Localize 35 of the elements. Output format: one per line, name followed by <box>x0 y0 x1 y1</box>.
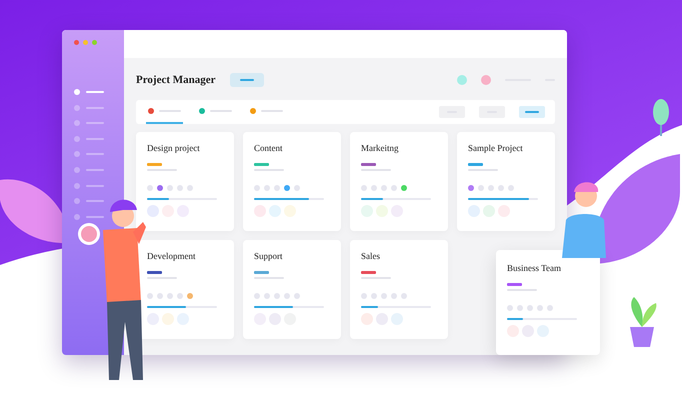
avatar-icon[interactable] <box>457 75 467 85</box>
sidebar-item[interactable] <box>74 134 104 143</box>
project-card[interactable]: Business Team <box>496 250 600 355</box>
card-title: Development <box>147 250 196 262</box>
project-card[interactable]: Support <box>243 240 341 339</box>
sidebar-item[interactable] <box>74 212 104 221</box>
avatar-icon <box>78 223 100 245</box>
toolbar-button[interactable] <box>519 106 545 118</box>
sidebar-item[interactable] <box>74 150 104 158</box>
tree-icon <box>650 98 672 136</box>
project-card[interactable]: Design project <box>136 132 234 231</box>
project-card[interactable]: Sales <box>350 240 448 339</box>
sidebar-item[interactable] <box>74 166 104 174</box>
avatar-icon[interactable] <box>481 75 491 85</box>
card-title: Sample Project <box>468 142 524 154</box>
sidebar-item[interactable] <box>74 119 104 128</box>
card-title: Sales <box>361 250 381 262</box>
plant-pot-icon <box>630 297 656 347</box>
toolbar-button[interactable] <box>439 106 465 118</box>
sidebar-item[interactable] <box>74 88 104 96</box>
toolbar-button[interactable] <box>479 106 505 118</box>
sidebar-item[interactable] <box>74 197 104 206</box>
sidebar-item[interactable] <box>74 182 104 190</box>
card-title: Content <box>254 142 284 154</box>
project-card[interactable]: Sample Project <box>457 132 555 231</box>
project-card[interactable]: Content <box>243 132 341 231</box>
card-title: Design project <box>147 142 201 154</box>
sidebar-item[interactable] <box>74 104 104 112</box>
page-title: Project Manager <box>136 72 216 88</box>
project-card[interactable]: Markeitng <box>350 132 448 231</box>
card-title: Support <box>254 250 284 262</box>
card-title: Markeitng <box>361 142 400 154</box>
action-button[interactable] <box>230 73 264 87</box>
project-card[interactable]: Development <box>136 240 234 339</box>
card-title: Business Team <box>507 262 562 274</box>
